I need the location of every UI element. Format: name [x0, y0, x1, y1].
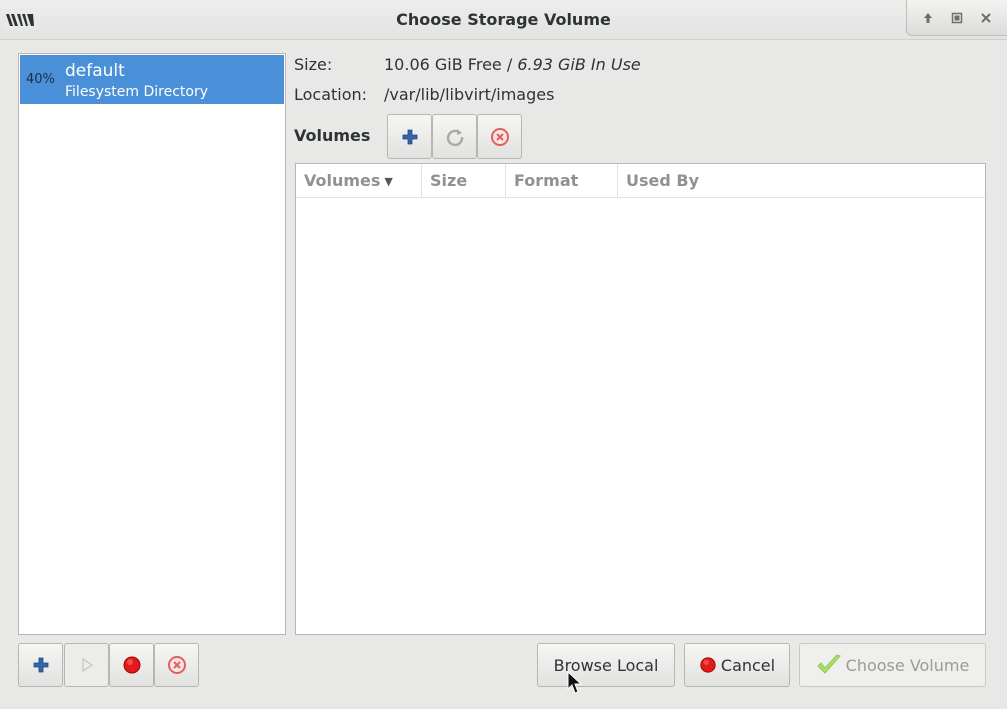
plus-icon	[33, 657, 48, 673]
location-value: /var/lib/libvirt/images	[384, 85, 555, 104]
pool-item-default[interactable]: 40% default Filesystem Directory	[20, 55, 284, 104]
size-separator: /	[501, 55, 518, 74]
window-controls	[906, 0, 1007, 36]
close-icon[interactable]	[976, 8, 996, 28]
volumes-heading: Volumes	[294, 126, 371, 145]
volume-table[interactable]: Volumes ▼ Size Format Used By	[295, 163, 986, 635]
stop-icon	[699, 656, 717, 674]
column-used-by[interactable]: Used By	[617, 164, 985, 197]
choose-volume-button[interactable]: Choose Volume	[799, 643, 986, 687]
stop-icon	[123, 656, 140, 674]
add-volume-button[interactable]	[387, 114, 432, 159]
plus-icon	[402, 129, 417, 144]
size-value: 10.06 GiB Free / 6.93 GiB In Use	[384, 55, 641, 74]
volume-table-header: Volumes ▼ Size Format Used By	[296, 164, 985, 198]
browse-local-button[interactable]: Browse Local	[537, 643, 675, 687]
column-volumes-label: Volumes	[304, 171, 381, 190]
column-volumes[interactable]: Volumes ▼	[304, 164, 421, 197]
refresh-volumes-button[interactable]	[432, 114, 477, 159]
title-bar: Choose Storage Volume	[0, 0, 1007, 40]
stop-pool-button[interactable]	[109, 643, 154, 687]
choose-volume-label: Choose Volume	[845, 655, 970, 675]
add-pool-button[interactable]	[18, 643, 63, 687]
size-in-use: 6.93 GiB In Use	[517, 55, 641, 74]
size-free: 10.06 GiB Free	[384, 55, 502, 74]
sort-descending-icon: ▼	[384, 175, 393, 188]
delete-volume-button[interactable]	[477, 114, 522, 159]
window-title: Choose Storage Volume	[396, 10, 611, 29]
start-pool-button[interactable]	[64, 643, 109, 687]
restore-icon[interactable]	[918, 8, 938, 28]
play-icon	[81, 657, 93, 673]
storage-pool-list[interactable]: 40% default Filesystem Directory	[18, 53, 286, 635]
pool-type: Filesystem Directory	[65, 84, 209, 100]
size-label: Size:	[294, 55, 333, 74]
cancel-label: Cancel	[720, 655, 776, 675]
location-label: Location:	[294, 85, 368, 104]
column-size[interactable]: Size	[421, 164, 505, 197]
refresh-icon	[446, 128, 463, 146]
delete-icon	[167, 656, 186, 674]
maximize-icon[interactable]	[947, 8, 967, 28]
delete-pool-button[interactable]	[154, 643, 199, 687]
column-format[interactable]: Format	[505, 164, 617, 197]
pool-name: default	[65, 61, 125, 81]
checkmark-icon	[816, 653, 842, 677]
delete-icon	[490, 127, 509, 146]
mouse-cursor-icon	[567, 671, 583, 694]
cancel-button[interactable]: Cancel	[684, 643, 790, 687]
pool-usage: 40%	[26, 72, 55, 87]
